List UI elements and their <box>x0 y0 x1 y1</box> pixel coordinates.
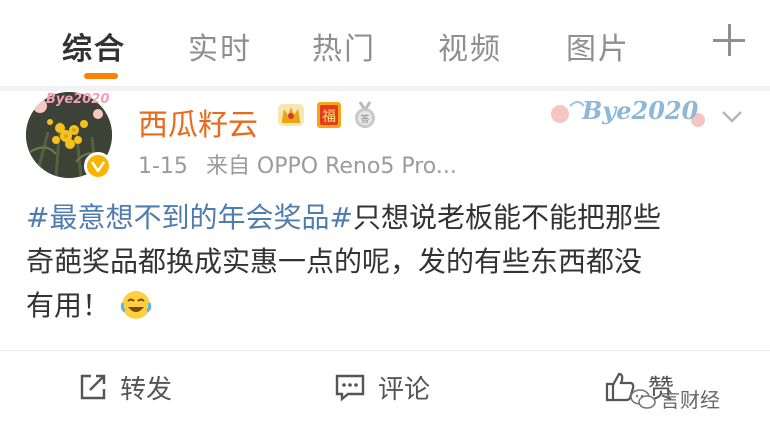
watermark-text: 言财经 <box>660 388 720 412</box>
actions-divider <box>0 350 770 351</box>
post-hashtag[interactable]: #最意想不到的年会奖品# <box>26 201 353 234</box>
repost-icon <box>80 374 106 400</box>
add-tab-icon[interactable] <box>712 22 748 58</box>
tab-comprehensive[interactable]: 综合 <box>62 24 126 68</box>
repost-label: 转发 <box>120 374 173 405</box>
svg-text:答: 答 <box>360 113 369 125</box>
post-timestamp: 1-15 <box>138 154 188 179</box>
tab-bar: 综合 实时 热门 视频 图片 <box>0 0 770 84</box>
post-text-line1: 只想说老板能不能把那些 <box>352 201 661 234</box>
comment-icon <box>335 374 365 402</box>
comment-button[interactable]: 评论 <box>334 366 430 408</box>
username[interactable]: 西瓜籽云 <box>138 100 258 144</box>
medal-badge-icon[interactable]: 答 <box>350 100 380 130</box>
tab-hot[interactable]: 热门 <box>312 24 376 68</box>
decor-card-badge: Bye2020 <box>548 94 710 134</box>
tab-video[interactable]: 视频 <box>438 24 502 68</box>
chevron-down-icon[interactable] <box>720 104 744 128</box>
post-meta: 1-15 来自 OPPO Reno5 Pro... <box>138 148 457 180</box>
comment-label: 评论 <box>378 374 431 405</box>
fu-badge-icon[interactable]: 福 <box>314 100 344 130</box>
crown-badge-icon[interactable] <box>276 100 306 130</box>
post-text-line2: 奇葩奖品都换成实惠一点的呢，发的有些东西都没 <box>26 245 643 278</box>
svg-text:福: 福 <box>322 109 336 125</box>
post-source: 来自 OPPO Reno5 Pro... <box>205 154 457 179</box>
laugh-cry-emoji-icon <box>120 291 152 319</box>
avatar-overlay-text: Bye2020 <box>46 92 110 107</box>
wechat-icon <box>630 388 656 409</box>
post-text-line3: 有用！ <box>26 289 111 322</box>
verified-icon <box>84 152 112 180</box>
decor-badge-text: Bye2020 <box>582 96 699 125</box>
repost-button[interactable]: 转发 <box>78 366 172 408</box>
section-divider <box>0 86 770 91</box>
post-body: #最意想不到的年会奖品#只想说老板能不能把那些 奇葩奖品都换成实惠一点的呢，发的… <box>26 196 746 328</box>
watermark: 言财经 <box>630 384 720 413</box>
active-tab-indicator <box>84 73 118 79</box>
tab-pictures[interactable]: 图片 <box>566 24 630 68</box>
tab-realtime[interactable]: 实时 <box>188 24 252 68</box>
